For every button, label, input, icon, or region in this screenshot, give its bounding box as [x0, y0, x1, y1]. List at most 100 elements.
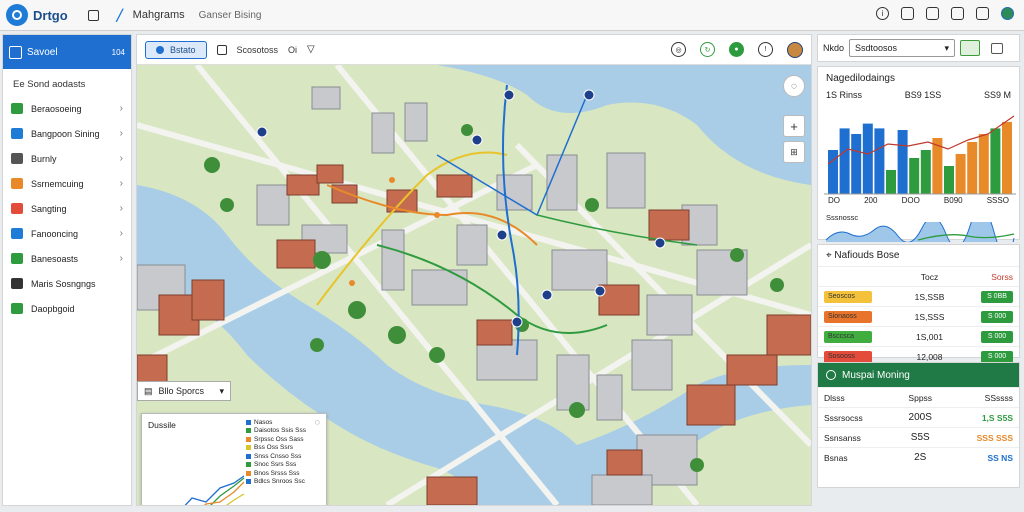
legend-item: Bss Oss Ssrs	[246, 444, 324, 453]
sidebar-item[interactable]: Ssrnemcuing ›	[3, 171, 131, 196]
top-bar-actions: i	[876, 7, 1014, 20]
right-panel: Nkdo Ssdtoosos ▾ Nagedilodaings 1S Rinss…	[817, 34, 1020, 488]
row-name: Sssrsocss	[818, 407, 894, 428]
zoom-in-button[interactable]: +	[783, 115, 805, 137]
legend-label: Bdlcs Snroos Ssc	[254, 478, 305, 486]
location-icon[interactable]: ●	[729, 42, 744, 57]
neighbourhood-title: ⌖ Nafiouds Bose	[818, 245, 1019, 266]
bar	[862, 123, 873, 194]
legend-item: Bdlcs Snroos Ssc	[246, 478, 324, 487]
info-icon[interactable]: i	[876, 7, 889, 20]
image-icon[interactable]	[991, 42, 1004, 54]
sidebar-item[interactable]: Bangpoon Sining ›	[3, 121, 131, 146]
map-toolbar-label: Scosotoss	[236, 44, 279, 55]
chevron-right-icon: ›	[119, 178, 123, 189]
status-badge: S 000	[981, 311, 1013, 323]
app-title: Mahgrams	[132, 9, 185, 21]
bar	[874, 128, 885, 194]
map-layer-dropdown-label: Bllo Sporcs	[158, 386, 205, 396]
row-name: Bsnas	[818, 447, 894, 468]
monitoring-title: Muspai Moning	[842, 369, 910, 381]
sidebar-item[interactable]: Daopbgoid	[3, 296, 131, 321]
kpi-1: 1S Rinss	[826, 90, 863, 100]
x-tick-label: B090	[943, 196, 963, 205]
export-button[interactable]	[960, 40, 981, 56]
legend-swatch	[246, 470, 251, 476]
document-icon[interactable]	[901, 7, 914, 20]
overview-x-labels: DO 200 DOO B090 SSSO	[818, 196, 1019, 205]
table-row[interactable]: Bsnas 2S SS NS	[818, 447, 1019, 468]
sidebar-item-label: Beraosoeing	[31, 103, 82, 114]
category-pill: Sionaoss	[824, 311, 872, 323]
window-icon[interactable]	[87, 9, 99, 21]
sidebar-item-icon	[11, 128, 23, 139]
sidebar-item-label: Bangpoon Sining	[31, 128, 100, 139]
check-circle-icon	[826, 370, 836, 380]
filter-icon[interactable]: ▽	[307, 44, 315, 55]
legend-swatch	[246, 462, 251, 468]
x-tick-label: 200	[864, 196, 878, 205]
lock-icon[interactable]	[976, 7, 989, 20]
pen-icon[interactable]: ╱	[113, 8, 127, 22]
sidebar-item[interactable]: Beraosoeing ›	[3, 96, 131, 121]
row-value: 1S,001	[900, 326, 959, 347]
table-row[interactable]: Sionaoss 1S,SSS S 000	[818, 306, 1019, 327]
map-overlay-chart: Dussile ◌ Nasos Daisotos Ssis Sss Srpssc O…	[141, 413, 327, 505]
target-icon[interactable]: ◎	[671, 42, 686, 57]
table-header: Dlsss Sppss SSssss	[818, 387, 1019, 408]
chat-icon[interactable]	[951, 7, 964, 20]
map-canvas[interactable]: ◌ + ⊞ ▤ Bllo Sporcs ▾ Dussile ◌ Nasos Dai…	[137, 65, 811, 505]
dataset-select[interactable]: Ssdtoosos ▾	[849, 39, 956, 57]
legend-label: Bss Oss Ssrs	[254, 444, 294, 452]
layer-icon: ▤	[144, 385, 153, 396]
table-row[interactable]: Seoscos 1S,SSB S 0BB	[818, 286, 1019, 307]
legend-item: Srpssc Oss Sass	[246, 435, 324, 444]
layers-icon[interactable]	[216, 44, 227, 55]
category-pill: Seoscos	[824, 291, 872, 303]
legend-item: Nasos	[246, 418, 324, 427]
app-subtitle: Ganser Bising	[198, 9, 262, 21]
sidebar-item-icon	[11, 303, 23, 314]
map-view-button[interactable]: Bstato	[145, 40, 207, 59]
sidebar-item[interactable]: Maris Sosngngs	[3, 271, 131, 296]
table-header: Tocz Sorss	[818, 266, 1019, 287]
compass-button[interactable]: ◌	[783, 75, 805, 97]
legend-label: Daisotos Ssis Sss	[254, 427, 307, 435]
bar	[839, 128, 850, 194]
refresh-icon[interactable]: ↻	[700, 42, 715, 57]
user-avatar[interactable]	[787, 41, 803, 58]
sidebar-header[interactable]: Savoel 104	[3, 35, 131, 69]
map-toolbar-label-2: Oi	[288, 44, 298, 55]
bar	[978, 134, 989, 194]
row-amount: SS NS	[946, 447, 1019, 468]
grid-view-button[interactable]: ⊞	[783, 141, 805, 163]
table-row[interactable]: Ssnsanss S5S SSS SSS	[818, 427, 1019, 448]
category-pill: Bsccsca	[824, 331, 872, 343]
sidebar-item[interactable]: Burnly ›	[3, 146, 131, 171]
sidebar-item-label: Daopbgoid	[31, 303, 75, 314]
image-icon[interactable]	[926, 7, 939, 20]
sidebar: Savoel 104 Ee Sond aodasts Beraosoeing ›…	[2, 34, 132, 506]
globe-icon[interactable]	[1001, 7, 1014, 20]
sidebar-item[interactable]: Sangting ›	[3, 196, 131, 221]
right-panel-toolbar: Nkdo Ssdtoosos ▾	[817, 34, 1020, 62]
sidebar-item[interactable]: Fanooncing ›	[3, 221, 131, 246]
alert-icon[interactable]: !	[758, 42, 773, 57]
kpi-2: BS9 1SS	[904, 90, 942, 100]
legend-swatch	[246, 453, 251, 459]
column-header: Tocz	[900, 266, 959, 287]
sidebar-items: Beraosoeing › Bangpoon Sining › Burnly ›…	[3, 96, 131, 321]
kpi-3: SS9 M	[983, 90, 1011, 100]
chevron-down-icon: ▾	[219, 385, 224, 396]
bar	[920, 150, 931, 194]
sidebar-item-icon	[11, 153, 23, 164]
table-row[interactable]: Sssrsocss 200S 1,S S5S	[818, 407, 1019, 428]
top-bar: Drtgo ╱ Mahgrams Ganser Bising i	[0, 0, 1024, 31]
sidebar-item[interactable]: Banesoasts ›	[3, 246, 131, 271]
map-layer-dropdown[interactable]: ▤ Bllo Sporcs ▾	[137, 381, 231, 401]
sidebar-item-icon	[11, 178, 23, 189]
map-panel: Bstato Scosotoss Oi ▽ ◎ ↻ ● ! ◌ + ⊞ ▤ Bl…	[136, 34, 812, 506]
table-row[interactable]: Bsccsca 1S,001 S 000	[818, 326, 1019, 347]
folder-icon	[9, 45, 22, 59]
sidebar-item-label: Burnly	[31, 153, 57, 164]
